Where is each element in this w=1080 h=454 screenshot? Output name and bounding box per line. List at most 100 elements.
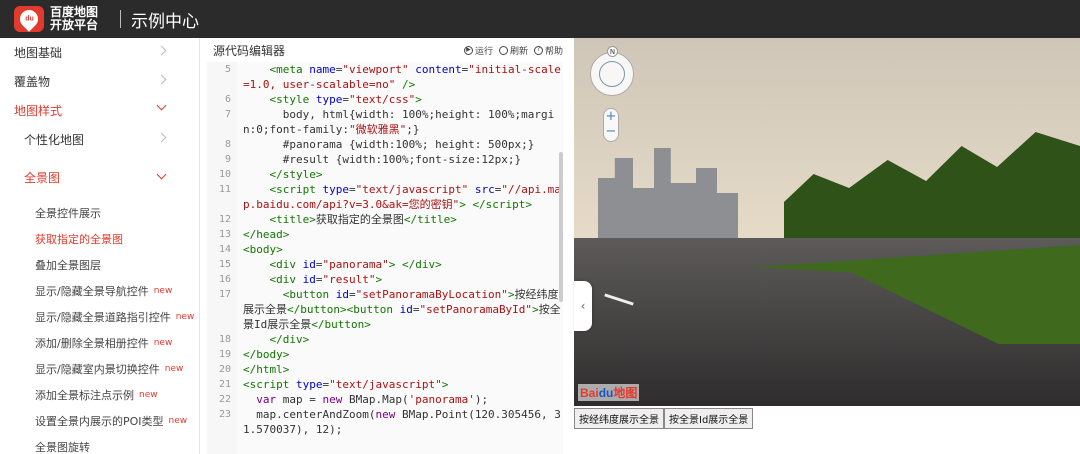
code-text[interactable]: var map = new BMap.Map('panorama'); bbox=[235, 392, 563, 407]
sidebar-subitem[interactable]: 全景图旋转 bbox=[0, 434, 199, 454]
code-text[interactable]: <script type="text/javascript"> bbox=[235, 377, 563, 392]
code-text[interactable]: <div id="panorama"> </div> bbox=[235, 257, 563, 272]
line-number: 16 bbox=[218, 274, 231, 285]
code-text[interactable]: </div> bbox=[235, 332, 563, 347]
sidebar-subitem[interactable]: 设置全景内展示的POI类型 new bbox=[0, 408, 199, 434]
sidebar-item-map-basics[interactable]: 地图基础 bbox=[0, 38, 199, 67]
line-number: 23 bbox=[218, 409, 231, 420]
code-line[interactable]: 23 map.centerAndZoom(new BMap.Point(120.… bbox=[207, 407, 563, 437]
logo-mark: du bbox=[24, 15, 34, 23]
header-divider bbox=[120, 10, 121, 28]
panorama-view[interactable]: N + − Baidu地图 bbox=[574, 38, 1080, 406]
baidu-watermark-logo: Baidu地图 bbox=[578, 384, 640, 401]
code-text[interactable]: body, html{width: 100%;height: 100%;marg… bbox=[235, 107, 563, 137]
line-number: 7 bbox=[224, 109, 231, 120]
code-line[interactable]: 11 <script type="text/javascript" src="/… bbox=[207, 182, 563, 212]
code-text[interactable]: #panorama {width:100%; height: 500px;} bbox=[235, 137, 563, 152]
new-badge: new bbox=[164, 364, 184, 374]
editor-title: 源代码编辑器 bbox=[213, 43, 286, 58]
sidebar-item-custom-map[interactable]: 个性化地图 bbox=[0, 125, 199, 154]
code-line[interactable]: 16 <div id="result"> bbox=[207, 272, 563, 287]
code-text[interactable]: </html> bbox=[235, 362, 563, 377]
code-text[interactable]: <div id="result"> bbox=[235, 272, 563, 287]
code-text[interactable]: </style> bbox=[235, 167, 563, 182]
line-number: 17 bbox=[218, 289, 231, 300]
code-line[interactable]: 13 </head> bbox=[207, 227, 563, 242]
chevron-left-icon: ‹ bbox=[580, 299, 586, 313]
code-line[interactable]: 6 <style type="text/css"> bbox=[207, 92, 563, 107]
sidebar-subitem[interactable]: 全景控件展示 bbox=[0, 200, 199, 226]
sidebar-subitem[interactable]: 显示/隐藏全景道路指引控件 new bbox=[0, 304, 199, 330]
code-line[interactable]: 17 <button id="setPanoramaByLocation">按经… bbox=[207, 287, 563, 332]
code-area[interactable]: 5 <meta name="viewport" content="initial… bbox=[207, 62, 563, 454]
code-line[interactable]: 20 </html> bbox=[207, 362, 563, 377]
code-line[interactable]: 18 </div> bbox=[207, 332, 563, 347]
direction-pad-icon[interactable] bbox=[599, 61, 625, 87]
line-number: 22 bbox=[218, 394, 231, 405]
code-line[interactable]: 14 <body> bbox=[207, 242, 563, 257]
chevron-right-icon bbox=[156, 45, 167, 56]
code-lines[interactable]: 5 <meta name="viewport" content="initial… bbox=[207, 62, 563, 437]
code-line[interactable]: 19 </body> bbox=[207, 347, 563, 362]
map-pin-icon: du bbox=[14, 6, 44, 32]
zoom-out-button[interactable]: − bbox=[604, 124, 618, 139]
line-number: 21 bbox=[218, 379, 231, 390]
chevron-down-icon bbox=[156, 100, 167, 111]
help-button[interactable]: ? 帮助 bbox=[533, 44, 563, 57]
collapse-panel-button[interactable]: ‹ bbox=[574, 281, 592, 331]
code-text[interactable]: <style type="text/css"> bbox=[235, 92, 563, 107]
north-indicator: N bbox=[607, 46, 618, 57]
set-panorama-by-id-button[interactable]: 按全景Id展示全景 bbox=[664, 408, 754, 429]
help-icon: ? bbox=[533, 45, 543, 55]
code-line[interactable]: 7 body, html{width: 100%;height: 100%;ma… bbox=[207, 107, 563, 137]
code-line[interactable]: 21 <script type="text/javascript"> bbox=[207, 377, 563, 392]
code-line[interactable]: 8 #panorama {width:100%; height: 500px;} bbox=[207, 137, 563, 152]
editor-scrollbar[interactable] bbox=[559, 152, 563, 302]
sidebar-item-panorama[interactable]: 全景图 bbox=[0, 154, 199, 200]
top-bar: du 百度地图 开放平台 示例中心 bbox=[0, 0, 1080, 38]
new-badge: new bbox=[153, 286, 173, 296]
sidebar-subitem[interactable]: 添加/删除全景相册控件 new bbox=[0, 330, 199, 356]
code-editor-panel: 源代码编辑器 ▶ 运行 刷新 ? 帮助 5 <meta name="viewport… bbox=[205, 38, 569, 454]
code-text[interactable]: map.centerAndZoom(new BMap.Point(120.305… bbox=[235, 407, 563, 437]
line-number: 11 bbox=[218, 184, 231, 195]
baidu-map-logo[interactable]: du 百度地图 开放平台 bbox=[14, 6, 112, 32]
code-text[interactable]: <button id="setPanoramaByLocation">按经纬度展… bbox=[235, 287, 563, 332]
run-button[interactable]: ▶ 运行 bbox=[463, 44, 493, 57]
code-text[interactable]: </body> bbox=[235, 347, 563, 362]
code-line[interactable]: 22 var map = new BMap.Map('panorama'); bbox=[207, 392, 563, 407]
code-text[interactable]: <title>获取指定的全景图</title> bbox=[235, 212, 563, 227]
line-number: 20 bbox=[218, 364, 231, 375]
line-number: 12 bbox=[218, 214, 231, 225]
code-line[interactable]: 10 </style> bbox=[207, 167, 563, 182]
code-text[interactable]: </head> bbox=[235, 227, 563, 242]
line-number: 5 bbox=[224, 64, 231, 75]
sidebar-subitem[interactable]: 添加全景标注点示例 new bbox=[0, 382, 199, 408]
new-badge: new bbox=[168, 416, 188, 426]
new-badge: new bbox=[175, 312, 195, 322]
logo-text: 百度地图 开放平台 bbox=[50, 5, 99, 32]
sidebar-item-map-style[interactable]: 地图样式 bbox=[0, 96, 199, 125]
sidebar-subitem[interactable]: 显示/隐藏全景导航控件 new bbox=[0, 278, 199, 304]
zoom-control[interactable]: + − bbox=[603, 108, 619, 142]
set-panorama-by-location-button[interactable]: 按经纬度展示全景 bbox=[574, 408, 664, 429]
code-line[interactable]: 12 <title>获取指定的全景图</title> bbox=[207, 212, 563, 227]
sidebar-subitem[interactable]: 显示/隐藏室内景切换控件 new bbox=[0, 356, 199, 382]
panorama-compass-control[interactable]: N bbox=[590, 46, 634, 96]
code-text[interactable]: #result {width:100%;font-size:12px;} bbox=[235, 152, 563, 167]
code-line[interactable]: 5 <meta name="viewport" content="initial… bbox=[207, 62, 563, 92]
line-number: 9 bbox=[224, 154, 231, 165]
code-line[interactable]: 9 #result {width:100%;font-size:12px;} bbox=[207, 152, 563, 167]
play-icon: ▶ bbox=[463, 45, 473, 55]
line-number: 18 bbox=[218, 334, 231, 345]
code-text[interactable]: <meta name="viewport" content="initial-s… bbox=[235, 62, 563, 92]
zoom-in-button[interactable]: + bbox=[604, 109, 618, 124]
refresh-button[interactable]: 刷新 bbox=[498, 44, 528, 57]
code-text[interactable]: <script type="text/javascript" src="//ap… bbox=[235, 182, 563, 212]
code-text[interactable]: <body> bbox=[235, 242, 563, 257]
chevron-right-icon bbox=[156, 132, 167, 143]
sidebar-subitem[interactable]: 叠加全景图层 bbox=[0, 252, 199, 278]
sidebar-item-overlays[interactable]: 覆盖物 bbox=[0, 67, 199, 96]
sidebar-subitem-active[interactable]: 获取指定的全景图 bbox=[0, 226, 199, 252]
code-line[interactable]: 15 <div id="panorama"> </div> bbox=[207, 257, 563, 272]
